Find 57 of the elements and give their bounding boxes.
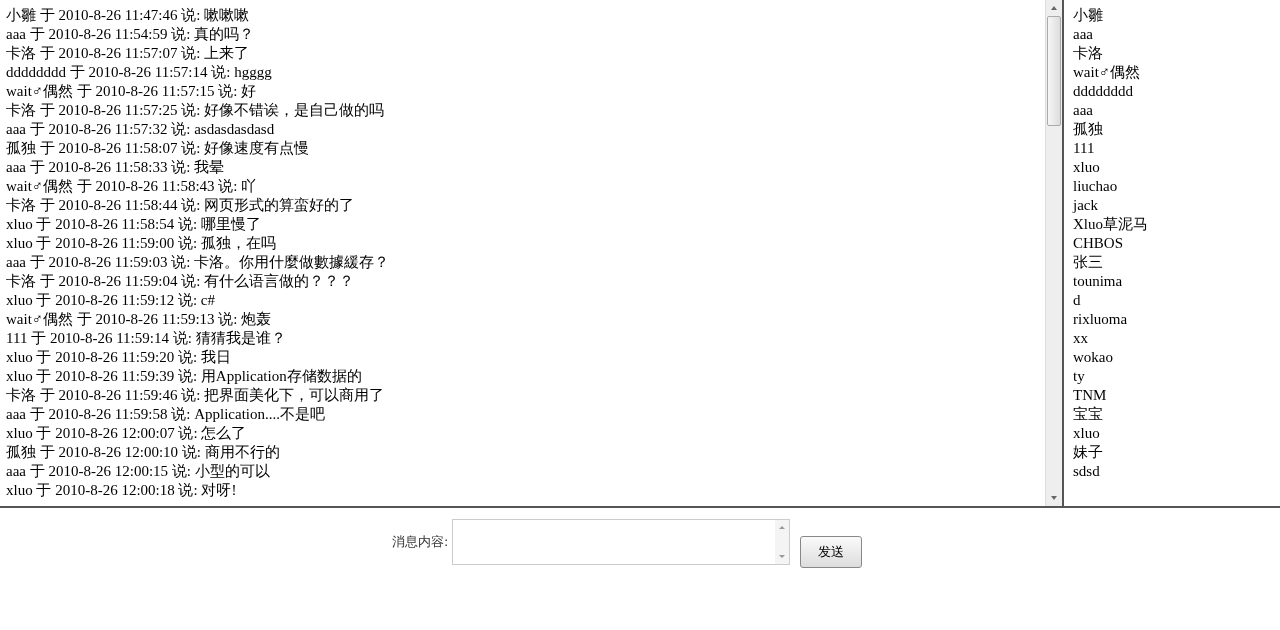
chat-message: wait♂偶然 于 2010-8-26 11:59:13 说: 炮轰 <box>6 310 273 329</box>
send-button[interactable]: 发送 <box>800 536 863 568</box>
user-name: 张三 <box>1073 253 1104 272</box>
scrollbar[interactable] <box>1045 0 1062 506</box>
chat-message: 孤独 于 2010-8-26 11:58:07 说: 好像速度有点慢 <box>6 139 311 158</box>
chat-message: xluo 于 2010-8-26 11:59:00 说: 孤独，在吗 <box>6 234 277 253</box>
user-name: 孤独 <box>1073 120 1104 139</box>
message-input-field[interactable] <box>452 519 791 565</box>
user-name: 卡洛 <box>1073 44 1104 63</box>
user-name: jack <box>1073 196 1099 215</box>
chat-message: aaa 于 2010-8-26 12:00:15 说: 小型的可以 <box>6 462 271 481</box>
user-name: Xluo草泥马 <box>1073 215 1149 234</box>
user-name: 小雛 <box>1073 6 1104 25</box>
user-name: 宝宝 <box>1073 405 1104 424</box>
chat-message: aaa 于 2010-8-26 11:58:33 说: 我晕 <box>6 158 226 177</box>
chat-message: aaa 于 2010-8-26 11:54:59 说: 真的吗？ <box>6 25 256 44</box>
chat-message: 卡洛 于 2010-8-26 11:59:04 说: 有什么语言做的？？？ <box>6 272 356 291</box>
user-name: wait♂偶然 <box>1073 63 1142 82</box>
user-name: xx <box>1073 329 1089 348</box>
user-name: aaa <box>1073 25 1094 44</box>
user-name: aaa <box>1073 101 1094 120</box>
chat-message: xluo 于 2010-8-26 11:59:20 说: 我日 <box>6 348 232 367</box>
user-name: rixluoma <box>1073 310 1129 329</box>
user-name: TNM <box>1073 386 1108 405</box>
chat-message: 卡洛 于 2010-8-26 11:57:07 说: 上来了 <box>6 44 251 63</box>
chat-message: xluo 于 2010-8-26 12:00:07 说: 怎么了 <box>6 424 248 443</box>
chat-message: 卡洛 于 2010-8-26 11:58:44 说: 网页形式的算蛮好的了 <box>6 196 356 215</box>
chat-message: xluo 于 2010-8-26 11:59:39 说: 用Application存储数据的 <box>6 367 363 386</box>
chat-message: 卡洛 于 2010-8-26 11:57:25 说: 好像不错诶，是自己做的吗 <box>6 101 386 120</box>
chat-message: wait♂偶然 于 2010-8-26 11:58:43 说: 吖 <box>6 177 258 196</box>
user-name: 111 <box>1073 139 1096 158</box>
user-name: 妹子 <box>1073 443 1104 462</box>
chat-message: aaa 于 2010-8-26 11:59:03 说: 卡洛。你用什麼做數據緩存？ <box>6 253 391 272</box>
user-name: ty <box>1073 367 1086 386</box>
user-name: liuchao <box>1073 177 1119 196</box>
scrollbar-thumb[interactable] <box>1047 16 1061 126</box>
user-name: sdsd <box>1073 462 1101 481</box>
chat-message: xluo 于 2010-8-26 11:58:54 说: 哪里慢了 <box>6 215 262 234</box>
chat-message: dddddddd 于 2010-8-26 11:57:14 说: hgggg <box>6 63 273 82</box>
chat-message: 孤独 于 2010-8-26 12:00:10 说: 商用不行的 <box>6 443 281 462</box>
user-name: xluo <box>1073 158 1101 177</box>
chat-message: wait♂偶然 于 2010-8-26 11:57:15 说: 好 <box>6 82 258 101</box>
user-name: d <box>1073 291 1082 310</box>
chat-message: aaa 于 2010-8-26 11:59:58 说: Application....不是吧 <box>6 405 326 424</box>
user-name: wokao <box>1073 348 1114 367</box>
chat-message: 111 于 2010-8-26 11:59:14 说: 猜猜我是谁？ <box>6 329 287 348</box>
user-name: dddddddd <box>1073 82 1134 101</box>
chat-message: aaa 于 2010-8-26 11:57:32 说: asdasdasdasd <box>6 120 276 139</box>
chat-message: 小雛 于 2010-8-26 11:47:46 说: 嗽嗽嗽 <box>6 6 251 25</box>
user-name: CHBOS <box>1073 234 1125 253</box>
message-label: 消息内容: <box>392 533 449 551</box>
user-name: xluo <box>1073 424 1101 443</box>
chat-message: xluo 于 2010-8-26 12:00:18 说: 对呀! <box>6 481 238 500</box>
scrollbar[interactable] <box>775 520 790 564</box>
user-name: tounima <box>1073 272 1124 291</box>
chat-message: xluo 于 2010-8-26 11:59:12 说: c# <box>6 291 216 310</box>
chat-message: 卡洛 于 2010-8-26 11:59:46 说: 把界面美化下，可以商用了 <box>6 386 386 405</box>
